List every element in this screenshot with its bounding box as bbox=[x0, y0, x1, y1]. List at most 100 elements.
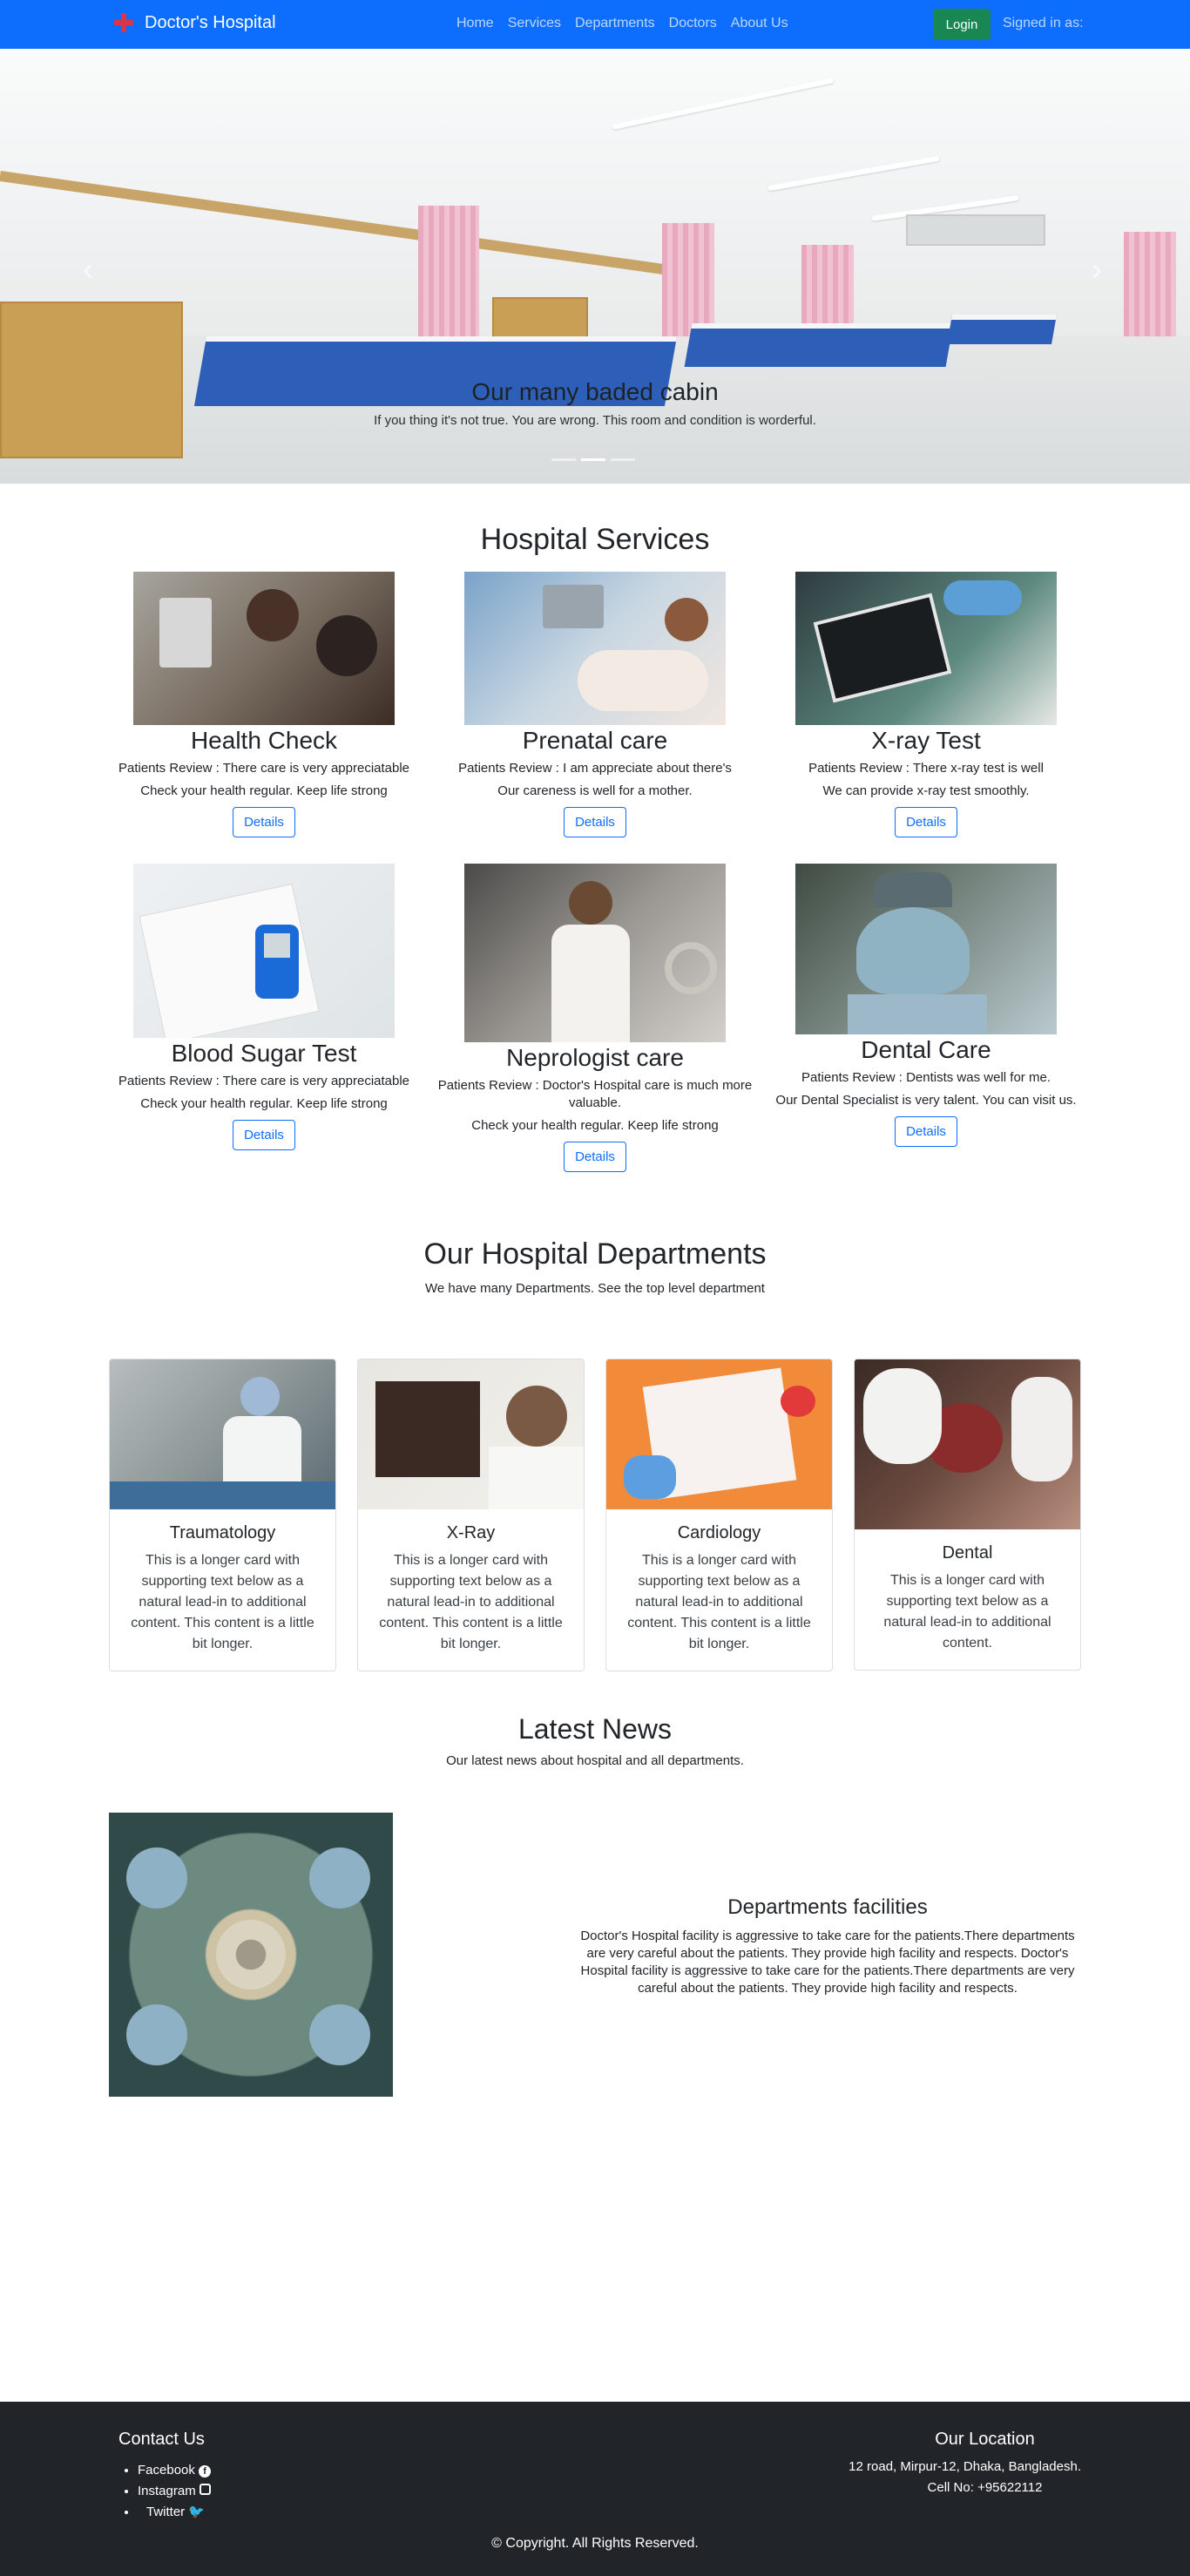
location-section: Our Location 12 road, Mirpur-12, Dhaka, … bbox=[784, 2430, 1081, 2498]
news-subtitle: Our latest news about hospital and all d… bbox=[446, 1753, 744, 1768]
hero-carousel: ‹ › Our many baded cabin If you thing it… bbox=[0, 49, 1190, 484]
login-button[interactable]: Login bbox=[933, 9, 991, 40]
wall-vent bbox=[906, 214, 1045, 246]
service-image bbox=[464, 864, 726, 1042]
carousel-title: Our many baded cabin bbox=[471, 378, 719, 405]
department-image bbox=[110, 1359, 335, 1509]
service-card: Dental Care Patients Review : Dentists w… bbox=[761, 864, 1092, 1147]
service-title: Health Check bbox=[190, 727, 338, 754]
details-button[interactable]: Details bbox=[233, 807, 295, 837]
location-title: Our Location bbox=[935, 2430, 1035, 2449]
department-text: This is a longer card with supporting te… bbox=[627, 1553, 811, 1651]
service-card: X-ray Test Patients Review : There x-ray… bbox=[761, 572, 1092, 837]
service-text: Check your health regular. Keep life str… bbox=[140, 1096, 388, 1111]
services-title: Hospital Services bbox=[480, 523, 710, 556]
service-text: We can provide x-ray test smoothly. bbox=[822, 783, 1030, 798]
service-title: X-ray Test bbox=[871, 727, 981, 754]
department-title: Dental bbox=[942, 1543, 993, 1563]
facebook-link[interactable]: Facebook bbox=[138, 2463, 195, 2478]
copyright-text: Copyright. All Rights Reserved. bbox=[505, 2536, 699, 2551]
curtain bbox=[418, 206, 479, 345]
instagram-icon bbox=[199, 2484, 211, 2495]
service-text: Check your health regular. Keep life str… bbox=[471, 1118, 719, 1133]
news-title: Latest News bbox=[517, 1713, 673, 1745]
department-card: X-Ray This is a longer card with support… bbox=[357, 1359, 585, 1671]
nav-home[interactable]: Home bbox=[450, 16, 501, 31]
departments-subtitle: We have many Departments. See the top le… bbox=[425, 1281, 765, 1296]
department-title: X-Ray bbox=[446, 1523, 496, 1542]
service-image bbox=[795, 864, 1057, 1034]
nav-departments[interactable]: Departments bbox=[568, 16, 662, 31]
service-image bbox=[795, 572, 1057, 725]
department-text: This is a longer card with supporting te… bbox=[131, 1553, 314, 1651]
copyright: © Copyright. All Rights Reserved. bbox=[0, 2536, 1190, 2552]
carousel-indicator[interactable] bbox=[611, 458, 635, 461]
carousel-text: If you thing it's not true. You are wron… bbox=[374, 413, 816, 428]
contact-item[interactable]: Facebook f bbox=[138, 2460, 212, 2481]
details-button[interactable]: Details bbox=[233, 1120, 295, 1150]
details-button[interactable]: Details bbox=[895, 1116, 957, 1147]
department-card: Cardiology This is a longer card with su… bbox=[605, 1359, 833, 1671]
department-title: Traumatology bbox=[169, 1523, 276, 1542]
nav-links: Home Services Departments Doctors About … bbox=[450, 16, 795, 31]
service-title: Dental Care bbox=[861, 1036, 991, 1063]
service-title: Neprologist care bbox=[506, 1044, 684, 1071]
details-button[interactable]: Details bbox=[564, 1142, 626, 1172]
service-image bbox=[464, 572, 726, 725]
service-image bbox=[133, 572, 395, 725]
service-review: Patients Review : There care is very app… bbox=[118, 1074, 410, 1088]
nav-about-us[interactable]: About Us bbox=[724, 16, 795, 31]
carousel-indicator[interactable] bbox=[581, 458, 605, 461]
carousel-indicators bbox=[551, 458, 635, 461]
signed-in-text: Signed in as: bbox=[1003, 16, 1084, 31]
location-address: 12 road, Mirpur-12, Dhaka, Bangladesh. bbox=[849, 2459, 1081, 2474]
service-review: Patients Review : Dentists was well for … bbox=[801, 1070, 1051, 1085]
contact-item[interactable]: Twitter 🐦 bbox=[138, 2502, 211, 2523]
carousel-indicator[interactable] bbox=[551, 458, 576, 461]
footer: Contact Us Facebook f Instagram Twitter … bbox=[0, 2402, 1190, 2576]
department-text: This is a longer card with supporting te… bbox=[379, 1553, 563, 1651]
department-image bbox=[855, 1359, 1080, 1529]
news-article-text: Doctor's Hospital facility is aggressive… bbox=[580, 1929, 1075, 1996]
details-button[interactable]: Details bbox=[895, 807, 957, 837]
news-article-title: Departments facilities bbox=[727, 1895, 928, 1919]
carousel-caption: Our many baded cabin If you thing it's n… bbox=[0, 378, 1190, 428]
nav-services[interactable]: Services bbox=[501, 16, 568, 31]
service-card: Prenatal care Patients Review : I am app… bbox=[429, 572, 761, 837]
service-title: Prenatal care bbox=[522, 727, 668, 754]
location-phone: Cell No: +95622112 bbox=[927, 2480, 1043, 2495]
contact-item[interactable]: Instagram bbox=[138, 2481, 211, 2502]
navbar: Doctor's Hospital Home Services Departme… bbox=[0, 0, 1190, 49]
hospital-bed bbox=[947, 315, 1057, 344]
service-card: Neprologist care Patients Review : Docto… bbox=[429, 864, 761, 1172]
news-image bbox=[109, 1813, 393, 2097]
hospital-bed bbox=[684, 323, 954, 367]
service-review: Patients Review : I am appreciate about … bbox=[458, 761, 732, 776]
service-review: Patients Review : There care is very app… bbox=[118, 761, 410, 776]
contact-list: Facebook f Instagram Twitter 🐦 bbox=[118, 2460, 212, 2523]
service-title: Blood Sugar Test bbox=[171, 1040, 357, 1067]
carousel-prev-icon[interactable]: ‹ bbox=[83, 251, 93, 288]
department-card: Dental This is a longer card with suppor… bbox=[854, 1359, 1081, 1671]
department-image bbox=[358, 1359, 584, 1509]
department-title: Cardiology bbox=[677, 1523, 761, 1542]
copyright-icon: © bbox=[491, 2536, 502, 2551]
department-image bbox=[606, 1359, 832, 1509]
service-card: Blood Sugar Test Patients Review : There… bbox=[98, 864, 429, 1150]
brand-link[interactable]: Doctor's Hospital bbox=[113, 12, 276, 33]
service-text: Our Dental Specialist is very talent. Yo… bbox=[775, 1093, 1077, 1108]
contact-section: Contact Us Facebook f Instagram Twitter … bbox=[118, 2430, 212, 2523]
service-card: Health Check Patients Review : There car… bbox=[98, 572, 429, 837]
facebook-icon: f bbox=[199, 2465, 212, 2478]
departments-title: Our Hospital Departments bbox=[423, 1237, 767, 1271]
nav-doctors[interactable]: Doctors bbox=[662, 16, 724, 31]
carousel-next-icon[interactable]: › bbox=[1092, 251, 1102, 288]
department-text: This is a longer card with supporting te… bbox=[883, 1573, 1051, 1651]
twitter-link[interactable]: Twitter bbox=[146, 2505, 185, 2519]
instagram-link[interactable]: Instagram bbox=[138, 2484, 196, 2498]
service-text: Our careness is well for a mother. bbox=[497, 783, 693, 798]
service-review: Patients Review : Doctor's Hospital care… bbox=[437, 1078, 753, 1110]
details-button[interactable]: Details bbox=[564, 807, 626, 837]
service-text: Check your health regular. Keep life str… bbox=[140, 783, 388, 798]
contact-title: Contact Us bbox=[118, 2430, 205, 2449]
